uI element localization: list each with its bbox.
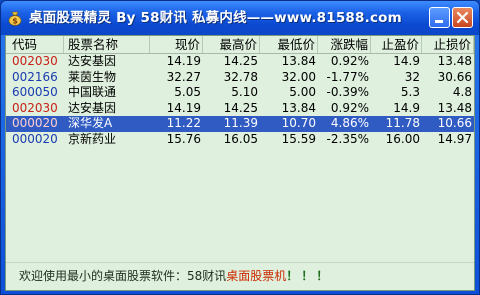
- status-exclaim: ！！！: [286, 269, 332, 283]
- cell-stop-loss: 14.97: [437, 131, 472, 146]
- window-title: 桌面股票精灵 By 58财讯 私募内线——www.81588.com: [29, 10, 402, 26]
- cell-name: 深华发A: [68, 116, 113, 130]
- cell-code: 002166: [12, 69, 58, 84]
- cell-take-profit: 16.00: [385, 131, 420, 146]
- table-row[interactable]: 600050 中国联通 5.05 5.10 5.00 -0.39% 5.3 4.8: [6, 85, 474, 101]
- cell-code: 000020: [12, 131, 58, 146]
- table-row[interactable]: 000020 深华发A 11.22 11.39 10.70 4.86% 11.78 10.66: [6, 116, 474, 132]
- status-text: 欢迎使用最小的桌面股票软件：58财讯: [19, 269, 227, 283]
- column-header-change[interactable]: 涨跌幅: [318, 36, 371, 53]
- column-header-stop-loss[interactable]: 止损价: [422, 36, 474, 53]
- cell-high: 32.78: [223, 69, 258, 84]
- close-icon: [456, 11, 469, 24]
- column-header-high[interactable]: 最高价: [203, 36, 260, 53]
- table-row[interactable]: 002030 达安基因 14.19 14.25 13.84 0.92% 14.9 13.48: [6, 101, 474, 117]
- column-header-price[interactable]: 现价: [150, 36, 203, 53]
- cell-stop-loss: 13.48: [437, 100, 472, 115]
- cell-stop-loss: 13.48: [437, 54, 472, 68]
- cell-low: 10.70: [281, 116, 316, 130]
- close-button[interactable]: [452, 7, 473, 28]
- cell-high: 5.10: [231, 85, 258, 99]
- table-header: 代码 股票名称 现价 最高价 最低价 涨跌幅 止盈价 止损价: [6, 36, 474, 54]
- cell-price: 14.19: [166, 54, 201, 68]
- cell-low: 5.00: [289, 85, 316, 99]
- cell-price: 14.19: [166, 100, 201, 115]
- cell-high: 16.05: [223, 131, 258, 146]
- cell-code: 000020: [12, 116, 58, 130]
- app-window: $ 桌面股票精灵 By 58财讯 私募内线——www.81588.com 代码 …: [0, 0, 480, 295]
- cell-low: 13.84: [281, 54, 316, 68]
- minimize-button[interactable]: [429, 7, 450, 28]
- minimize-icon: [435, 20, 443, 23]
- cell-code: 600050: [12, 85, 58, 99]
- column-header-code[interactable]: 代码: [6, 36, 64, 53]
- svg-text:$: $: [12, 17, 18, 26]
- status-divider: [6, 262, 474, 263]
- cell-change: 0.92%: [330, 100, 369, 115]
- cell-take-profit: 32: [404, 69, 420, 84]
- cell-name: 莱茵生物: [68, 69, 117, 84]
- status-bar: 欢迎使用最小的桌面股票软件：58财讯桌面股票机！！！: [19, 268, 331, 284]
- cell-low: 13.84: [281, 100, 316, 115]
- cell-code: 002030: [12, 100, 58, 115]
- table-row[interactable]: 000020 京新药业 15.76 16.05 15.59 -2.35% 16.00 14.9…: [6, 132, 474, 148]
- cell-price: 11.22: [166, 116, 201, 130]
- column-header-take-profit[interactable]: 止盈价: [371, 36, 422, 53]
- cell-name: 中国联通: [68, 85, 117, 99]
- cell-name: 京新药业: [68, 131, 117, 146]
- money-bag-icon: $: [7, 10, 23, 26]
- cell-high: 14.25: [223, 54, 258, 68]
- cell-name: 达安基因: [68, 54, 117, 68]
- cell-change: 0.92%: [330, 54, 369, 68]
- cell-price: 32.27: [166, 69, 201, 84]
- table-row[interactable]: 002030 达安基因 14.19 14.25 13.84 0.92% 14.9 13.48: [6, 54, 474, 70]
- cell-low: 15.59: [281, 131, 316, 146]
- cell-price: 15.76: [166, 131, 201, 146]
- stock-panel: 代码 股票名称 现价 最高价 最低价 涨跌幅 止盈价 止损价 002030 达安基…: [5, 35, 475, 291]
- cell-low: 32.00: [281, 69, 316, 84]
- cell-change: -1.77%: [326, 69, 369, 84]
- table-body: 002030 达安基因 14.19 14.25 13.84 0.92% 14.9 13.48 0…: [6, 54, 474, 147]
- stock-table: 代码 股票名称 现价 最高价 最低价 涨跌幅 止盈价 止损价 002030 达安基…: [6, 36, 474, 147]
- cell-take-profit: 14.9: [393, 54, 420, 68]
- title-bar[interactable]: $ 桌面股票精灵 By 58财讯 私募内线——www.81588.com: [1, 1, 479, 35]
- cell-code: 002030: [12, 54, 58, 68]
- cell-name: 达安基因: [68, 100, 117, 115]
- cell-change: -0.39%: [326, 85, 369, 99]
- cell-change: 4.86%: [330, 116, 369, 130]
- cell-price: 5.05: [174, 85, 201, 99]
- cell-take-profit: 14.9: [393, 100, 420, 115]
- cell-take-profit: 5.3: [400, 85, 420, 99]
- column-header-low[interactable]: 最低价: [260, 36, 318, 53]
- status-brand-link[interactable]: 桌面股票机: [226, 269, 286, 283]
- cell-stop-loss: 30.66: [437, 69, 472, 84]
- cell-high: 11.39: [223, 116, 258, 130]
- cell-high: 14.25: [223, 100, 258, 115]
- cell-change: -2.35%: [326, 131, 369, 146]
- cell-stop-loss: 4.8: [452, 85, 472, 99]
- cell-take-profit: 11.78: [385, 116, 420, 130]
- cell-stop-loss: 10.66: [437, 116, 472, 130]
- table-row[interactable]: 002166 莱茵生物 32.27 32.78 32.00 -1.77% 32 30.66: [6, 70, 474, 86]
- column-header-name[interactable]: 股票名称: [64, 36, 150, 53]
